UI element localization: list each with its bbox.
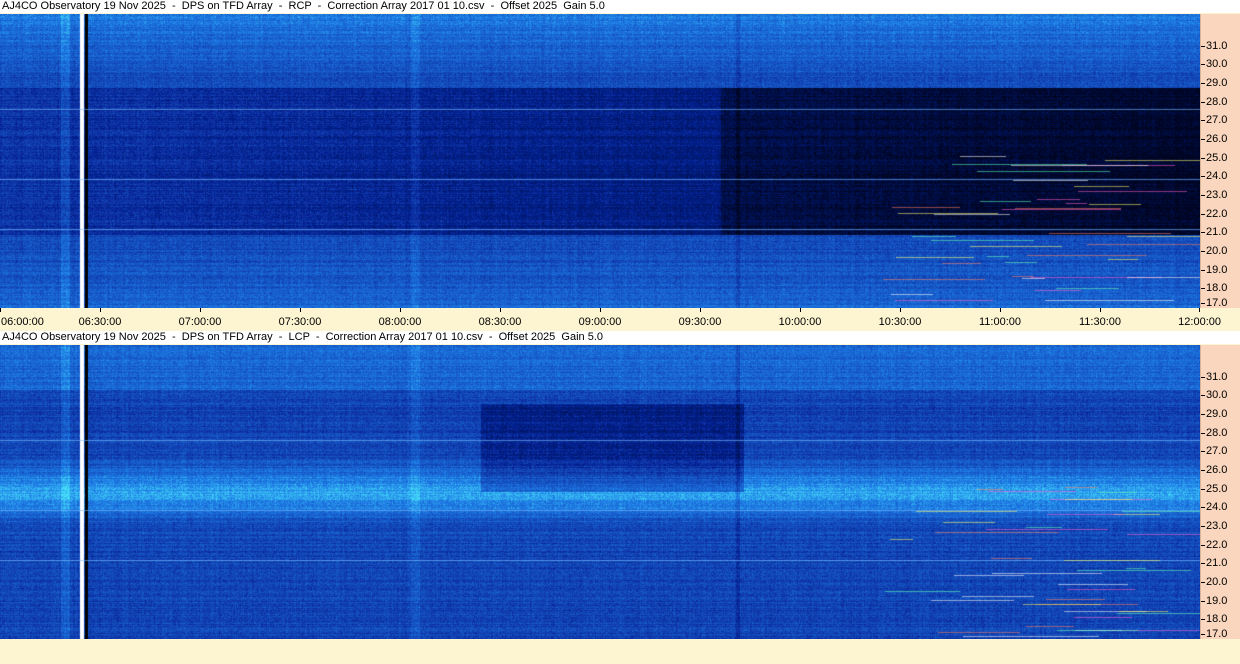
time-tick-mark <box>300 308 301 312</box>
rcp-freq-tick: 19.0 <box>1200 264 1228 276</box>
lcp-frequency-axis: 31.0 30.0 29.0 28.0 27.0 26.0 25.0 24.0 … <box>1200 345 1240 640</box>
rcp-freq-tick: 31.0 <box>1200 40 1228 52</box>
lcp-panel: AJ4CO Observatory 19 Nov 2025 - DPS on T… <box>0 331 1240 664</box>
lcp-freq-tick: 18.0 <box>1200 613 1228 625</box>
lcp-freq-tick: 21.0 <box>1200 557 1228 569</box>
lcp-freq-tick: 30.0 <box>1200 389 1228 401</box>
lcp-freq-tick: 22.0 <box>1200 539 1228 551</box>
rcp-freq-tick: 23.0 <box>1200 189 1228 201</box>
time-tick-mark <box>800 308 801 312</box>
lcp-freq-tick: 27.0 <box>1200 445 1228 457</box>
lcp-freq-tick: 31.0 <box>1200 371 1228 383</box>
time-label: 12:00:00 <box>1178 316 1221 328</box>
time-label: 10:00:00 <box>778 316 822 328</box>
time-tick-mark <box>500 308 501 312</box>
rcp-freq-tick: 21.0 <box>1200 226 1228 238</box>
rcp-freq-tick: 25.0 <box>1200 152 1228 164</box>
rcp-freq-tick: 27.0 <box>1200 114 1228 126</box>
time-tick-mark <box>100 308 101 312</box>
lcp-spectrogram[interactable] <box>0 345 1200 639</box>
rcp-freq-tick: 29.0 <box>1200 77 1228 89</box>
rcp-freq-tick: 26.0 <box>1200 133 1228 145</box>
lcp-spectrogram-image <box>0 345 1200 639</box>
rcp-freq-tick: 28.0 <box>1200 96 1228 108</box>
lcp-footer <box>0 639 1240 664</box>
time-label: 11:30:00 <box>1078 316 1122 328</box>
time-tick-mark <box>1100 308 1101 312</box>
rcp-freq-tick: 20.0 <box>1200 245 1228 257</box>
rcp-panel: AJ4CO Observatory 19 Nov 2025 - DPS on T… <box>0 0 1240 329</box>
lcp-freq-tick: 23.0 <box>1200 520 1228 532</box>
time-label: 06:00:00 <box>1 316 44 328</box>
time-tick-mark <box>1199 308 1200 312</box>
time-label: 06:30:00 <box>78 316 122 328</box>
rcp-freq-tick: 30.0 <box>1200 58 1228 70</box>
time-tick-mark <box>700 308 701 312</box>
time-tick-mark <box>400 308 401 312</box>
lcp-freq-tick: 24.0 <box>1200 501 1228 513</box>
time-axis: 06:00:00 06:30:00 07:00:00 07:30:00 08:0… <box>0 308 1240 329</box>
lcp-title: AJ4CO Observatory 19 Nov 2025 - DPS on T… <box>0 331 1240 344</box>
time-label: 08:00:00 <box>378 316 422 328</box>
time-tick-mark <box>200 308 201 312</box>
rcp-freq-tick: 24.0 <box>1200 170 1228 182</box>
time-label: 09:00:00 <box>578 316 622 328</box>
time-tick-mark <box>600 308 601 312</box>
rcp-spectrogram-image <box>0 14 1200 308</box>
time-label: 11:00:00 <box>978 316 1022 328</box>
time-tick-mark <box>1000 308 1001 312</box>
time-label: 09:30:00 <box>678 316 722 328</box>
time-tick-mark <box>0 308 1 312</box>
rcp-frequency-axis: 31.0 30.0 29.0 28.0 27.0 26.0 25.0 24.0 … <box>1200 14 1240 309</box>
lcp-freq-tick: 29.0 <box>1200 408 1228 420</box>
rcp-freq-tick: 18.0 <box>1200 282 1228 294</box>
lcp-freq-tick: 26.0 <box>1200 464 1228 476</box>
lcp-freq-tick: 28.0 <box>1200 427 1228 439</box>
lcp-freq-tick: 25.0 <box>1200 483 1228 495</box>
lcp-freq-tick: 20.0 <box>1200 576 1228 588</box>
time-label: 07:30:00 <box>278 316 322 328</box>
rcp-title: AJ4CO Observatory 19 Nov 2025 - DPS on T… <box>0 0 1240 13</box>
time-tick-mark <box>900 308 901 312</box>
time-label: 08:30:00 <box>478 316 522 328</box>
rcp-freq-tick: 22.0 <box>1200 208 1228 220</box>
lcp-freq-tick: 19.0 <box>1200 595 1228 607</box>
time-label: 07:00:00 <box>178 316 222 328</box>
time-label: 10:30:00 <box>878 316 922 328</box>
rcp-spectrogram[interactable] <box>0 14 1200 308</box>
